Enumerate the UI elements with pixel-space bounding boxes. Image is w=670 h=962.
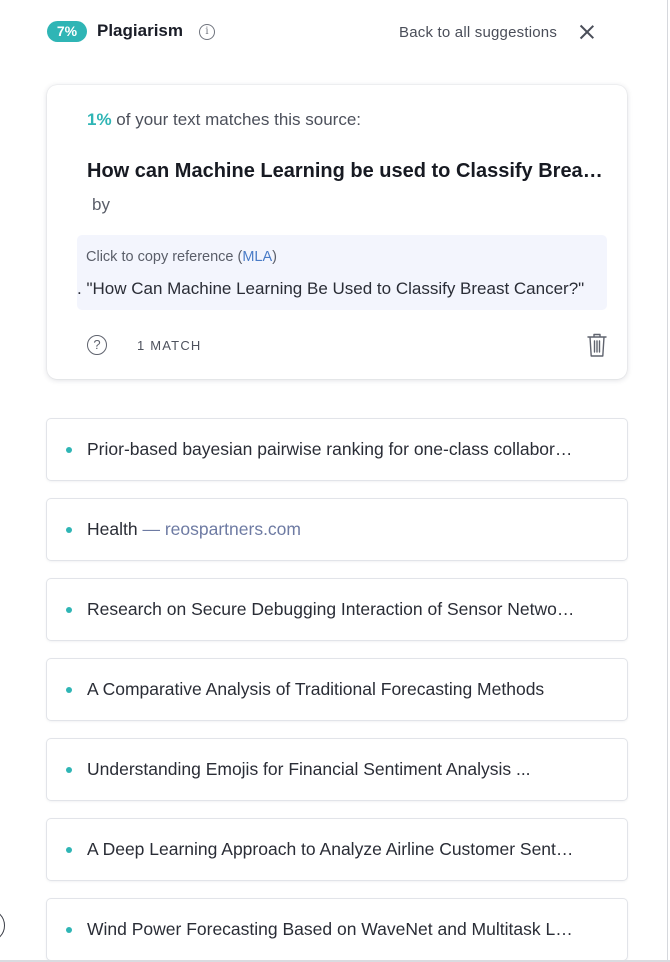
match-percent: 1% — [87, 110, 112, 129]
close-icon[interactable] — [579, 24, 595, 40]
copy-reference-box[interactable]: Click to copy reference (MLA) . "How Can… — [77, 235, 607, 310]
related-source-item[interactable]: A Comparative Analysis of Traditional Fo… — [47, 659, 627, 720]
related-source-title-with-domain: Health — reospartners.com — [87, 518, 577, 540]
match-count: 1 MATCH — [137, 338, 202, 353]
match-summary: 1% of your text matches this source: — [87, 109, 361, 131]
related-source-title: Research on Secure Debugging Interaction… — [87, 599, 577, 619]
related-source-title: Wind Power Forecasting Based on WaveNet … — [87, 919, 577, 939]
bullet-dot — [66, 927, 72, 933]
bullet-dot — [66, 687, 72, 693]
trash-icon[interactable] — [585, 332, 609, 358]
reference-text[interactable]: . "How Can Machine Learning Be Used to C… — [77, 278, 607, 300]
copy-reference-label: Click to copy reference (MLA) — [86, 248, 277, 266]
related-source-item[interactable]: Understanding Emojis for Financial Senti… — [47, 739, 627, 800]
title-domain-separator: — — [137, 519, 165, 539]
related-source-item[interactable]: Wind Power Forecasting Based on WaveNet … — [47, 899, 627, 960]
plagiarism-percent-badge: 7% — [47, 21, 87, 42]
source-match-card: 1% of your text matches this source: How… — [47, 85, 627, 379]
source-author: by — [92, 195, 110, 214]
related-source-item[interactable]: Health — reospartners.com — [47, 499, 627, 560]
bullet-dot — [66, 447, 72, 453]
related-source-title: A Comparative Analysis of Traditional Fo… — [87, 679, 545, 699]
edge-round-button[interactable] — [0, 909, 5, 942]
bullet-dot — [66, 607, 72, 613]
panel-title: Plagiarism — [97, 21, 183, 40]
related-source-item[interactable]: Prior-based bayesian pairwise ranking fo… — [47, 419, 627, 480]
bullet-dot — [66, 527, 72, 533]
related-source-domain: reospartners.com — [164, 519, 301, 539]
bullet-dot — [66, 847, 72, 853]
copy-reference-prefix: Click to copy reference ( — [86, 249, 243, 265]
help-icon[interactable]: ? — [87, 335, 107, 355]
related-source-item[interactable]: Research on Secure Debugging Interaction… — [47, 579, 627, 640]
related-source-title: Health — [87, 519, 138, 539]
panel-divider — [667, 0, 668, 962]
related-source-title: Understanding Emojis for Financial Senti… — [87, 759, 531, 779]
source-title: How can Machine Learning be used to Clas… — [87, 160, 607, 182]
copy-reference-suffix: ) — [272, 249, 278, 265]
citation-style-mla[interactable]: MLA — [242, 249, 272, 265]
related-source-title: A Deep Learning Approach to Analyze Airl… — [87, 839, 577, 859]
bullet-dot — [66, 767, 72, 773]
suggestion-header: 7% Plagiarism i Back to all suggestions — [0, 0, 670, 64]
back-to-suggestions-link[interactable]: Back to all suggestions — [399, 24, 557, 42]
info-icon[interactable]: i — [199, 24, 215, 40]
related-source-title: Prior-based bayesian pairwise ranking fo… — [87, 439, 577, 459]
match-summary-text: of your text matches this source: — [111, 110, 362, 129]
related-source-item[interactable]: A Deep Learning Approach to Analyze Airl… — [47, 819, 627, 880]
